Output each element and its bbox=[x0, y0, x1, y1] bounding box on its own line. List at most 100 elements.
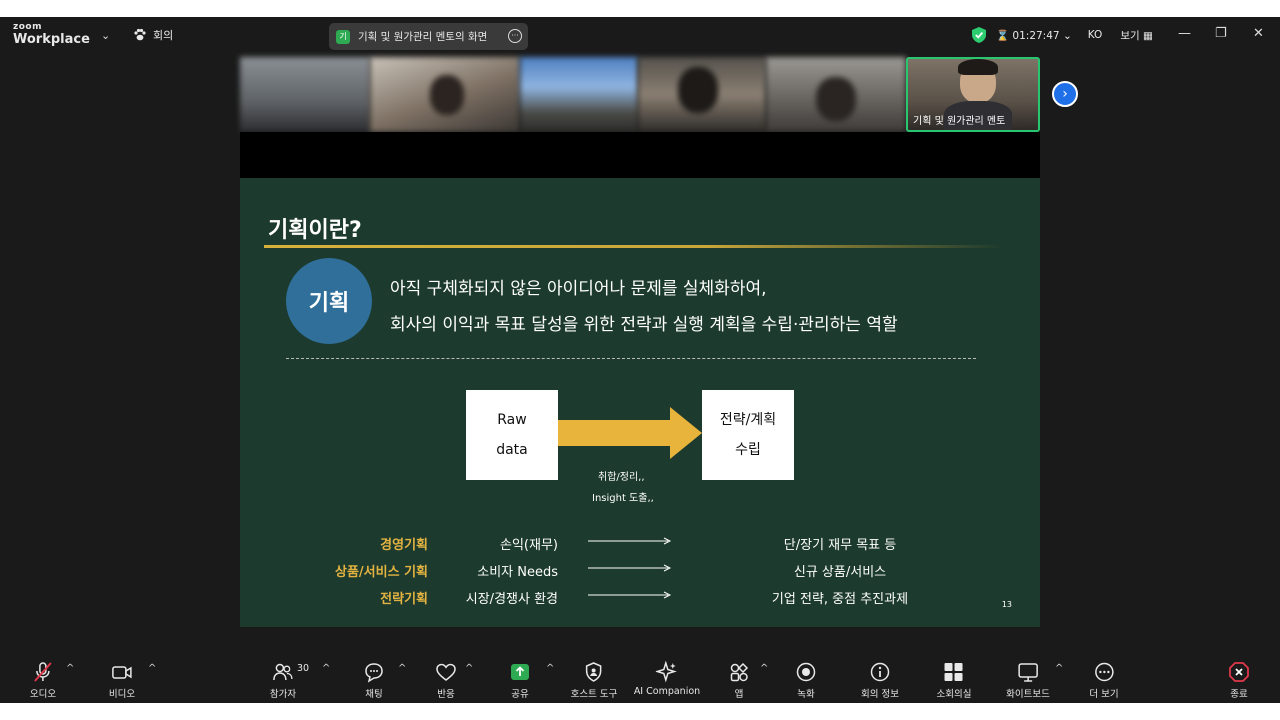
row-output: 신규 상품/서비스 bbox=[793, 565, 887, 580]
row-category: 전략기획 bbox=[380, 592, 428, 607]
raw-data-box: Raw data bbox=[466, 390, 558, 480]
language-indicator[interactable]: KO bbox=[1088, 29, 1103, 41]
participants-label: 참가자 bbox=[269, 689, 297, 700]
more-icon bbox=[1094, 662, 1114, 682]
chevron-down-icon: ⌄ bbox=[1062, 29, 1072, 42]
shared-slide: 기획이란? 기획 아직 구체화되지 않은 아이디어나 문제를 실체화하여, 회사… bbox=[240, 178, 1040, 627]
meeting-info-button[interactable]: 회의 정보 bbox=[861, 661, 899, 700]
arrow-caption-2: Insight 도출,, bbox=[592, 493, 654, 504]
end-meeting-button[interactable]: 종료 bbox=[1228, 661, 1250, 700]
definition-line-1: 아직 구체화되지 않은 아이디어나 문제를 실체화하여, bbox=[390, 279, 767, 299]
participants-button[interactable]: 참가자 bbox=[270, 661, 296, 700]
apps-button[interactable]: 앱 bbox=[728, 661, 750, 700]
video-button[interactable]: 비디오 bbox=[109, 661, 135, 700]
meeting-timer[interactable]: ⌛ 01:27:47 ⌄ bbox=[996, 29, 1072, 42]
sharer-badge: 기 bbox=[336, 29, 350, 44]
apps-options-caret-icon[interactable]: ^ bbox=[760, 663, 768, 674]
end-meeting-label: 종료 bbox=[1230, 689, 1248, 700]
logo-workplace-text: Workplace bbox=[13, 32, 90, 47]
share-button[interactable]: 공유 bbox=[509, 661, 531, 700]
restore-window-icon[interactable]: ❐ bbox=[1215, 26, 1227, 41]
participant-video-2[interactable] bbox=[370, 57, 520, 132]
record-label: 녹화 bbox=[797, 689, 815, 700]
meeting-info-label: 회의 정보 bbox=[861, 689, 899, 700]
active-speaker-video[interactable]: 기획 및 원가관리 멘토 bbox=[906, 57, 1040, 132]
more-label: 더 보기 bbox=[1089, 689, 1119, 700]
screen-share-indicator[interactable]: 기 기획 및 원가관리 멘토의 화면 ··· bbox=[329, 23, 528, 50]
participants-icon bbox=[273, 663, 293, 681]
participant-video-1[interactable] bbox=[240, 57, 370, 132]
slide-page-number: 13 bbox=[1001, 600, 1012, 609]
dashed-divider bbox=[286, 358, 976, 359]
video-label: 비디오 bbox=[108, 689, 136, 700]
status-area: ⌛ 01:27:47 ⌄ KO 보기 ▦ bbox=[972, 27, 1153, 43]
zoom-workplace-logo[interactable]: zoom Workplace bbox=[13, 22, 90, 47]
strategy-plan-line-2: 수립 bbox=[735, 442, 761, 458]
reactions-options-caret-icon[interactable]: ^ bbox=[465, 663, 473, 674]
encryption-shield-icon[interactable] bbox=[972, 27, 986, 43]
slide-title: 기획이란? bbox=[268, 218, 362, 243]
arrow-right-icon bbox=[588, 564, 672, 572]
arrow-right-icon bbox=[588, 537, 672, 545]
chevron-down-icon[interactable]: ⌄ bbox=[101, 29, 110, 42]
share-options-caret-icon[interactable]: ^ bbox=[546, 663, 554, 674]
next-participants-button[interactable]: › bbox=[1052, 81, 1078, 107]
chat-options-caret-icon[interactable]: ^ bbox=[398, 663, 406, 674]
participant-video-3[interactable] bbox=[520, 57, 638, 132]
hourglass-icon: ⌛ bbox=[996, 29, 1010, 42]
meeting-toolbar: 오디오 ^ 비디오 ^ 참가자 30 ^ 채팅 ^ 반응 ^ 공유 ^ 호스트 … bbox=[0, 653, 1280, 703]
whiteboard-label: 화이트보드 bbox=[1006, 689, 1050, 700]
share-letterbox bbox=[240, 132, 1040, 178]
meeting-menu[interactable]: 회의 bbox=[133, 27, 173, 43]
chat-bubble-icon bbox=[365, 663, 383, 683]
breakout-rooms-button[interactable]: 소회의실 bbox=[937, 661, 971, 700]
participant-video-4[interactable] bbox=[638, 57, 766, 132]
active-speaker-name: 기획 및 원가관리 멘토 bbox=[913, 116, 1006, 127]
arrow-caption-1: 취합/정리,, bbox=[598, 472, 645, 483]
host-tools-label: 호스트 도구 bbox=[570, 689, 618, 700]
video-options-caret-icon[interactable]: ^ bbox=[148, 663, 156, 674]
row-input: 손익(재무) bbox=[500, 538, 558, 553]
reactions-button[interactable]: 반응 bbox=[435, 661, 457, 700]
heart-icon bbox=[436, 663, 456, 681]
whiteboard-options-caret-icon[interactable]: ^ bbox=[1055, 663, 1063, 674]
process-arrow-icon bbox=[558, 407, 702, 459]
planning-row: 상품/서비스 기획 소비자 Needs 신규 상품/서비스 bbox=[240, 561, 1040, 581]
host-tools-button[interactable]: 호스트 도구 bbox=[570, 661, 618, 700]
row-category: 경영기획 bbox=[380, 538, 428, 553]
whiteboard-icon bbox=[1018, 663, 1038, 682]
meeting-menu-label: 회의 bbox=[153, 29, 174, 42]
audio-button[interactable]: 오디오 bbox=[30, 661, 56, 700]
participants-options-caret-icon[interactable]: ^ bbox=[322, 663, 330, 674]
ai-companion-button[interactable]: AI Companion bbox=[634, 661, 700, 697]
breakout-rooms-icon bbox=[945, 663, 963, 681]
audio-label: 오디오 bbox=[29, 689, 57, 700]
share-label: 공유 bbox=[511, 689, 529, 700]
paw-icon bbox=[134, 28, 146, 41]
timer-value: 01:27:47 bbox=[1012, 29, 1060, 42]
arrow-right-icon bbox=[588, 591, 672, 599]
chat-button[interactable]: 채팅 bbox=[363, 661, 385, 700]
share-screen-icon bbox=[511, 664, 529, 680]
more-options-icon[interactable]: ··· bbox=[508, 29, 522, 43]
shield-icon bbox=[586, 662, 602, 682]
more-button[interactable]: 더 보기 bbox=[1089, 661, 1119, 700]
close-window-icon[interactable]: ✕ bbox=[1253, 26, 1264, 41]
apps-icon bbox=[730, 662, 749, 682]
participant-strip: 기획 및 원가관리 멘토 bbox=[240, 57, 1040, 132]
planning-row: 전략기획 시장/경쟁사 환경 기업 전략, 중점 추진과제 bbox=[240, 588, 1040, 608]
strategy-plan-box: 전략/계획 수립 bbox=[702, 390, 794, 480]
participant-video-5[interactable] bbox=[766, 57, 906, 132]
logo-zoom-text: zoom bbox=[13, 22, 42, 32]
view-button[interactable]: 보기 ▦ bbox=[1120, 28, 1153, 43]
record-button[interactable]: 녹화 bbox=[795, 661, 817, 700]
reactions-label: 반응 bbox=[437, 689, 455, 700]
audio-options-caret-icon[interactable]: ^ bbox=[66, 663, 74, 674]
row-category: 상품/서비스 기획 bbox=[335, 565, 428, 580]
minimize-icon[interactable]: — bbox=[1178, 26, 1191, 41]
chat-label: 채팅 bbox=[365, 689, 383, 700]
ai-companion-label: AI Companion bbox=[633, 686, 701, 697]
row-output: 단/장기 재무 목표 등 bbox=[783, 538, 897, 553]
apps-label: 앱 bbox=[734, 689, 744, 700]
whiteboard-button[interactable]: 화이트보드 bbox=[1006, 661, 1050, 700]
